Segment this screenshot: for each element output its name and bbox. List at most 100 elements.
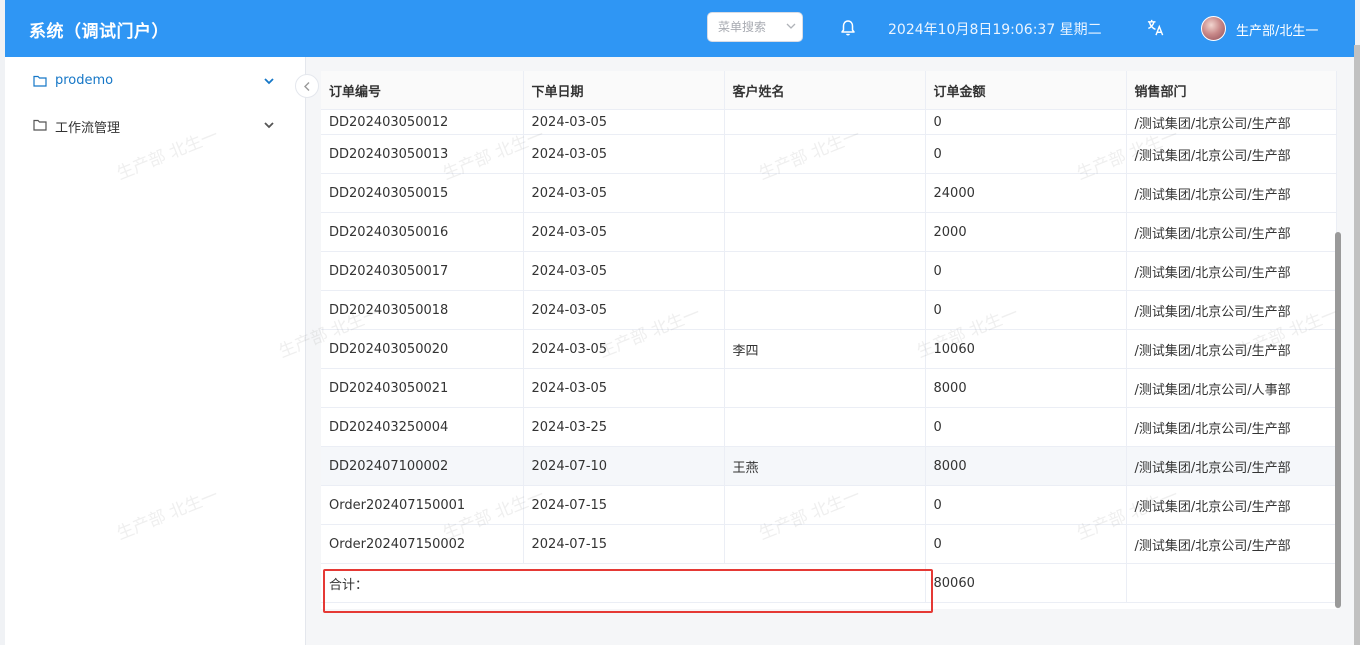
table-row[interactable]: DD202403050020 2024-03-05 李四 10060/测试集团/北京公… (321, 329, 1337, 369)
bell-icon[interactable] (840, 19, 856, 37)
order-date-cell: 2024-03-25 (523, 407, 725, 447)
amount-cell: 8000 (925, 368, 1127, 408)
customer-cell (724, 251, 926, 291)
customer-cell: 李四 (724, 329, 926, 369)
folder-icon (33, 119, 47, 131)
amount-cell: 0 (925, 524, 1127, 564)
folder-icon (33, 75, 47, 87)
table-row[interactable]: DD202403050018 2024-03-05 0/测试集团/北京公司/生产部 (321, 290, 1337, 330)
table-row[interactable]: DD202403050016 2024-03-05 2000/测试集团/北京公司/生… (321, 212, 1337, 252)
column-header-order-no[interactable]: 订单编号 (321, 71, 524, 110)
summary-highlight-box (323, 569, 933, 613)
column-header-customer[interactable]: 客户姓名 (724, 71, 926, 110)
customer-cell (724, 368, 926, 408)
order-no-cell: Order202407150002 (321, 524, 524, 564)
table-row[interactable]: DD202403250004 2024-03-25 0/测试集团/北京公司/生产部 (321, 407, 1337, 447)
menu-search-select[interactable] (707, 12, 803, 42)
customer-cell (724, 407, 926, 447)
department-cell: /测试集团/北京公司/生产部 (1126, 524, 1337, 564)
amount-cell: 0 (925, 290, 1127, 330)
table-row[interactable]: Order202407150002 2024-07-15 0/测试集团/北京公司/生… (321, 524, 1337, 564)
order-no-cell: DD202403050021 (321, 368, 524, 408)
customer-cell: 王燕 (724, 446, 926, 486)
department-cell: /测试集团/北京公司/生产部 (1126, 485, 1337, 525)
amount-cell: 10060 (925, 329, 1127, 369)
customer-cell (724, 290, 926, 330)
app-title: 系统（调试门户） (29, 22, 169, 42)
order-no-cell: DD202403050018 (321, 290, 524, 330)
customer-cell (724, 485, 926, 525)
sidebar-collapse-button[interactable] (295, 74, 319, 98)
order-no-cell: DD202403050012 (321, 109, 524, 135)
app-root: 系统（调试门户） 2024年10月8日19:06:37 星期二 生产部/北生一 … (5, 0, 1355, 645)
department-cell: /测试集团/北京公司/生产部 (1126, 290, 1337, 330)
table-scrollbar-thumb[interactable] (1335, 232, 1341, 608)
order-date-cell: 2024-07-10 (523, 446, 725, 486)
translate-icon[interactable] (1146, 18, 1165, 37)
top-header: 系统（调试门户） 2024年10月8日19:06:37 星期二 生产部/北生一 (5, 0, 1355, 57)
sidebar-item-label: 工作流管理 (55, 121, 121, 136)
department-cell: /测试集团/北京公司/人事部 (1126, 368, 1337, 408)
order-no-cell: DD202403050020 (321, 329, 524, 369)
order-date-cell: 2024-03-05 (523, 251, 725, 291)
sidebar-item-prodemo[interactable]: prodemo (5, 59, 305, 103)
customer-cell (724, 212, 926, 252)
order-no-cell: DD202403050017 (321, 251, 524, 291)
order-no-cell: DD202407100002 (321, 446, 524, 486)
amount-cell: 0 (925, 134, 1127, 174)
user-avatar[interactable] (1201, 16, 1226, 41)
table-row[interactable]: DD202403050012 2024-03-05 0/测试集团/北京公司/生产部 (321, 109, 1337, 135)
order-date-cell: 2024-07-15 (523, 485, 725, 525)
current-datetime: 2024年10月8日19:06:37 星期二 (888, 22, 1102, 38)
order-date-cell: 2024-03-05 (523, 368, 725, 408)
customer-cell (724, 173, 926, 213)
order-no-cell: DD202403050013 (321, 134, 524, 174)
amount-cell: 0 (925, 109, 1127, 135)
column-header-department[interactable]: 销售部门 (1126, 71, 1337, 110)
amount-cell: 0 (925, 251, 1127, 291)
page-scrollbar[interactable] (1354, 45, 1360, 645)
customer-cell (724, 524, 926, 564)
table-row[interactable]: DD202403050017 2024-03-05 0/测试集团/北京公司/生产部 (321, 251, 1337, 291)
order-date-cell: 2024-03-05 (523, 134, 725, 174)
menu-search-input[interactable] (708, 13, 788, 41)
order-date-cell: 2024-03-05 (523, 329, 725, 369)
sidebar-item-workflow[interactable]: 工作流管理 (5, 103, 305, 147)
department-cell: /测试集团/北京公司/生产部 (1126, 173, 1337, 213)
chevron-down-icon (786, 23, 796, 29)
order-date-cell: 2024-03-05 (523, 290, 725, 330)
user-name[interactable]: 生产部/北生一 (1236, 20, 1318, 39)
order-no-cell: DD202403050016 (321, 212, 524, 252)
sidebar-item-label: prodemo (55, 73, 114, 88)
order-date-cell: 2024-03-05 (523, 173, 725, 213)
main-content: 订单编号 下单日期 客户姓名 订单金额 销售部门 DD202403050012 2… (306, 57, 1355, 645)
table-row[interactable]: DD202407100002 2024-07-10 王燕 8000/测试集团/北京公司… (321, 446, 1337, 486)
sidebar: prodemo 工作流管理 (5, 57, 306, 645)
order-table: 订单编号 下单日期 客户姓名 订单金额 销售部门 DD202403050012 2… (321, 71, 1337, 609)
amount-cell: 8000 (925, 446, 1127, 486)
table-row[interactable]: Order202407150001 2024-07-15 0/测试集团/北京公司/生… (321, 485, 1337, 525)
department-cell: /测试集团/北京公司/生产部 (1126, 109, 1337, 135)
column-header-amount[interactable]: 订单金额 (925, 71, 1127, 110)
column-header-order-date[interactable]: 下单日期 (523, 71, 725, 110)
order-no-cell: DD202403050015 (321, 173, 524, 213)
order-date-cell: 2024-07-15 (523, 524, 725, 564)
order-date-cell: 2024-03-05 (523, 109, 725, 135)
amount-cell: 2000 (925, 212, 1127, 252)
order-date-cell: 2024-03-05 (523, 212, 725, 252)
order-no-cell: Order202407150001 (321, 485, 524, 525)
amount-cell: 24000 (925, 173, 1127, 213)
order-no-cell: DD202403250004 (321, 407, 524, 447)
table-header-row: 订单编号 下单日期 客户姓名 订单金额 销售部门 (321, 71, 1337, 110)
amount-cell: 0 (925, 407, 1127, 447)
department-cell: /测试集团/北京公司/生产部 (1126, 446, 1337, 486)
summary-empty-cell (1126, 563, 1337, 603)
department-cell: /测试集团/北京公司/生产部 (1126, 134, 1337, 174)
table-row[interactable]: DD202403050021 2024-03-05 8000/测试集团/北京公司/人… (321, 368, 1337, 408)
table-row[interactable]: DD202403050013 2024-03-05 0/测试集团/北京公司/生产部 (321, 134, 1337, 174)
table-row[interactable]: DD202403050015 2024-03-05 24000/测试集团/北京公司/… (321, 173, 1337, 213)
amount-cell: 0 (925, 485, 1127, 525)
department-cell: /测试集团/北京公司/生产部 (1126, 407, 1337, 447)
department-cell: /测试集团/北京公司/生产部 (1126, 212, 1337, 252)
department-cell: /测试集团/北京公司/生产部 (1126, 329, 1337, 369)
